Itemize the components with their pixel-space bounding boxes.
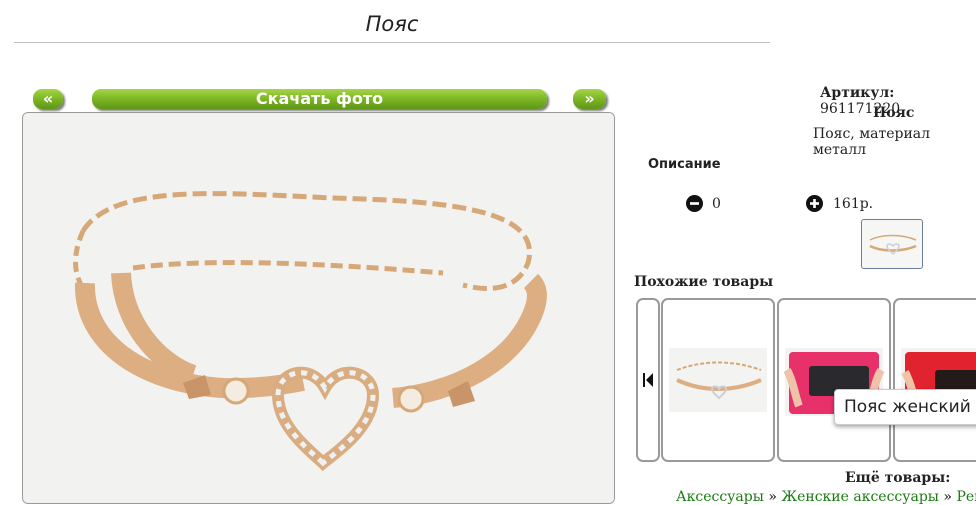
breadcrumb-separator: »: [768, 489, 777, 505]
similar-product-card[interactable]: [661, 298, 775, 462]
product-name: Пояс: [873, 105, 915, 121]
product-photo: [22, 112, 615, 504]
article-label: Артикул:: [820, 85, 895, 101]
belt-image: [23, 113, 614, 503]
next-photo-button[interactable]: »: [573, 89, 606, 109]
similar-product-image: [783, 348, 885, 416]
product-thumbnail[interactable]: [861, 219, 923, 269]
description-heading: Описание: [648, 157, 721, 172]
download-photo-button[interactable]: Скачать фото: [92, 89, 547, 109]
similar-product-card[interactable]: [777, 298, 891, 462]
more-products-heading: Ещё товары:: [845, 470, 951, 486]
similar-product-card[interactable]: [893, 298, 976, 462]
increase-quantity-icon[interactable]: [806, 195, 823, 216]
breadcrumb-link-belts[interactable]: Рем: [956, 489, 976, 505]
skip-back-icon: [643, 373, 653, 387]
breadcrumb-separator: »: [943, 489, 952, 505]
page-title: Пояс: [365, 12, 419, 36]
product-short-description: Пояс, материал металл: [813, 126, 931, 158]
tooltip: Пояс женский: [834, 389, 976, 425]
prev-photo-button[interactable]: «: [33, 89, 63, 109]
similar-product-image: [669, 348, 767, 412]
breadcrumb-link-womens-accessories[interactable]: Женские аксессуары: [781, 489, 939, 505]
title-divider: [14, 42, 770, 43]
similar-products-heading: Похожие товары: [634, 274, 774, 290]
carousel-prev-button[interactable]: [636, 298, 660, 462]
similar-product-image: [901, 348, 976, 416]
breadcrumb: Аксессуары » Женские аксессуары » Рем: [676, 489, 976, 505]
decrease-quantity-icon[interactable]: [686, 195, 703, 216]
price: 161р.: [833, 196, 874, 212]
quantity-value: 0: [712, 196, 721, 212]
breadcrumb-link-accessories[interactable]: Аксессуары: [676, 489, 764, 505]
